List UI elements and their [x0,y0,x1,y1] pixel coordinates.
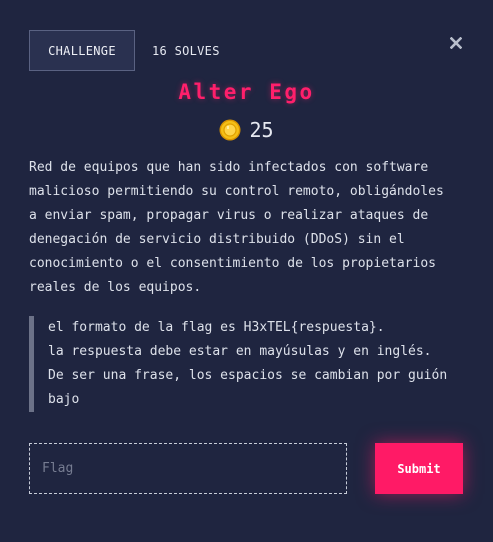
challenge-points: 25 [0,118,493,142]
tab-solves-label: 16 SOLVES [152,43,220,58]
hint-line: bajo [48,392,80,407]
points-value: 25 [249,118,274,142]
coin-icon [219,119,241,141]
challenge-title: Alter Ego [178,80,315,104]
hint-line: De ser una frase, los espacios se cambia… [48,368,448,383]
tab-challenge-label: CHALLENGE [48,43,116,58]
close-button[interactable] [447,34,465,52]
tab-challenge[interactable]: CHALLENGE [29,30,135,71]
challenge-description: Red de equipos que han sido infectados c… [29,160,444,295]
hint-blockquote: el formato de la flag es H3xTEL{respuest… [29,316,469,412]
challenge-modal: CHALLENGE 16 SOLVES Alter Ego 25 Red de … [0,0,493,542]
close-icon [450,37,462,49]
hint-line: la respuesta debe estar en mayúsulas y e… [48,344,432,359]
submit-button[interactable]: Submit [375,443,463,494]
tab-solves[interactable]: 16 SOLVES [152,30,220,71]
flag-input[interactable] [29,443,347,494]
hint-line: el formato de la flag es H3xTEL{respuest… [48,320,385,335]
